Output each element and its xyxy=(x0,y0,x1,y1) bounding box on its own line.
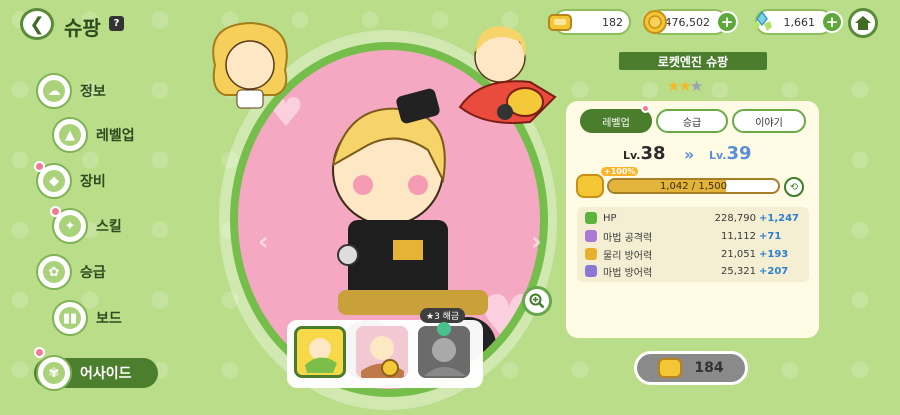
levelup-button[interactable]: 184 xyxy=(634,351,748,385)
chevron-left-icon: ❮ xyxy=(29,13,45,35)
stat-row-physical-defense: 물리 방어력 21,051 +193 xyxy=(585,247,800,262)
stat-value: 228,790 xyxy=(714,212,756,224)
next-arrow[interactable]: › xyxy=(531,227,542,257)
notification-dot xyxy=(34,161,45,172)
add-crystal-button[interactable]: + xyxy=(821,11,843,33)
star-filled-icon: ★ xyxy=(678,77,692,95)
home-icon xyxy=(855,16,871,30)
sidebar-item-equipment[interactable]: ◆ 장비 xyxy=(36,163,106,199)
help-button[interactable]: ? xyxy=(109,16,124,31)
stat-value: 11,112 xyxy=(721,230,756,242)
sidebar-label-board: 보드 xyxy=(96,311,122,327)
unlock-requirement-badge: ★3 해금 xyxy=(420,308,466,323)
chibi-cookie-left xyxy=(212,21,288,109)
xp-gold-icon xyxy=(576,174,604,198)
tab-promotion[interactable]: 승급 xyxy=(656,109,728,133)
sidebar-item-skill[interactable]: ✦ 스킬 xyxy=(52,208,122,244)
info-icon: ☁ xyxy=(36,73,72,109)
add-coin-button[interactable]: + xyxy=(716,11,738,33)
sidebar-item-aside[interactable]: ✾ 어사이드 xyxy=(36,355,132,391)
stat-name: 마법 공격력 xyxy=(603,232,653,244)
sidebar-label-equipment: 장비 xyxy=(80,174,106,190)
gold-bar-count: 182 xyxy=(602,15,623,29)
magic-attack-icon xyxy=(585,230,597,242)
levelup-icon: ▲ xyxy=(52,117,88,153)
stat-name: HP xyxy=(603,212,617,224)
back-button[interactable]: ❮ xyxy=(20,8,54,40)
home-button[interactable] xyxy=(848,8,878,38)
sidebar-label-info: 정보 xyxy=(80,84,106,100)
cookie-name: 로켓엔진 슈팡 xyxy=(619,52,767,70)
physical-defense-icon xyxy=(585,248,597,260)
current-level-value: 38 xyxy=(640,143,666,164)
lock-icon xyxy=(437,322,451,336)
notification-dot xyxy=(34,347,45,358)
stat-bonus: +207 xyxy=(759,265,789,277)
crystal-count: 1,661 xyxy=(783,15,816,29)
tab-levelup[interactable]: 레벨업 xyxy=(580,109,652,133)
xp-progress-text: 1,042 / 1,500 xyxy=(660,180,727,192)
refresh-icon: ⟲ xyxy=(789,181,799,193)
magnify-icon xyxy=(529,293,545,309)
notification-dot xyxy=(641,104,650,113)
board-icon: ▮▮ xyxy=(52,300,88,336)
level-prefix: Lv. xyxy=(623,149,641,162)
level-prefix: Lv. xyxy=(709,149,727,162)
stat-value: 25,321 xyxy=(721,265,756,277)
xp-bonus-badge: +100% xyxy=(601,167,639,176)
double-chevron-right-icon: » xyxy=(684,145,695,164)
skin-art xyxy=(356,326,408,378)
ribbon-icon: ✾ xyxy=(36,355,72,391)
coin-icon xyxy=(640,7,670,37)
gold-bar-icon xyxy=(658,358,683,378)
magic-defense-icon xyxy=(585,265,597,277)
hp-icon xyxy=(585,212,597,224)
zoom-button[interactable] xyxy=(522,286,552,316)
coin-count: 476,502 xyxy=(664,15,711,29)
sidebar-item-board[interactable]: ▮▮ 보드 xyxy=(52,300,122,336)
notification-dot xyxy=(50,206,61,217)
coin-resource: 476,502 + xyxy=(643,9,738,35)
current-level: Lv.38 xyxy=(623,143,666,164)
gold-bar-resource: 182 xyxy=(548,9,631,35)
sidebar-item-levelup[interactable]: ▲ 레벨업 xyxy=(52,117,135,153)
crystal-resource: 1,661 + xyxy=(752,9,843,35)
xp-progress-bar: 1,042 / 1,500 xyxy=(607,178,780,194)
sidebar-item-promotion[interactable]: ✿ 승급 xyxy=(36,254,106,290)
stat-row-hp: HP 228,790 +1,247 xyxy=(585,211,800,225)
stat-row-magic-defense: 마법 방어력 25,321 +207 xyxy=(585,264,800,279)
skin-art xyxy=(305,338,337,373)
star-filled-icon: ★ xyxy=(667,77,681,95)
sidebar-label-aside: 어사이드 xyxy=(80,366,132,382)
skin-thumbnail-default[interactable] xyxy=(294,326,346,378)
star-rating: ★★★ xyxy=(667,77,704,95)
stat-value: 21,051 xyxy=(721,248,756,260)
levelup-cost: 184 xyxy=(694,360,724,376)
next-level: Lv.39 xyxy=(709,143,752,164)
auto-levelup-button[interactable]: ⟲ xyxy=(784,177,804,197)
stat-name: 물리 방어력 xyxy=(603,250,653,262)
stat-name: 마법 방어력 xyxy=(603,267,653,279)
page-title: 슈팡 xyxy=(64,16,101,40)
sidebar-item-info[interactable]: ☁ 정보 xyxy=(36,73,106,109)
skin-thumbnail-alt[interactable] xyxy=(356,326,408,378)
tab-story[interactable]: 이야기 xyxy=(732,109,806,133)
sidebar-label-skill: 스킬 xyxy=(96,219,122,235)
promotion-icon: ✿ xyxy=(36,254,72,290)
chibi-cookie-rocket xyxy=(458,26,557,124)
stat-bonus: +193 xyxy=(759,248,789,260)
next-level-value: 39 xyxy=(726,143,752,164)
stat-bonus: +1,247 xyxy=(759,212,800,224)
crystal-icon xyxy=(747,7,777,37)
sidebar-label-promotion: 승급 xyxy=(80,265,106,281)
star-empty-icon: ★ xyxy=(689,77,704,95)
stat-row-magic-attack: 마법 공격력 11,112 +71 xyxy=(585,229,800,244)
previous-arrow[interactable]: ‹ xyxy=(258,227,269,257)
sidebar-label-levelup: 레벨업 xyxy=(96,128,135,144)
stat-bonus: +71 xyxy=(759,230,782,242)
